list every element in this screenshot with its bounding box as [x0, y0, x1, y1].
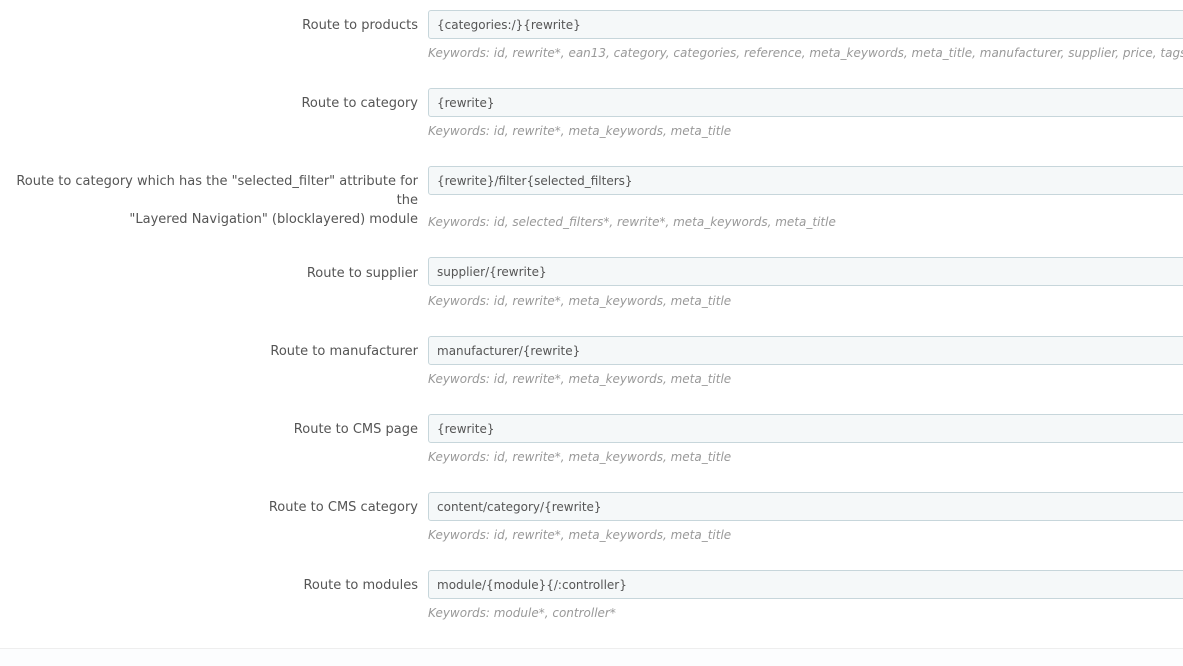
route-cms-page-label: Route to CMS page [293, 422, 418, 437]
routes-form-panel: Route to products Keywords: id, rewrite*… [0, 0, 1183, 666]
route-layered-label-line1: Route to category which has the "selecte… [16, 174, 418, 208]
route-supplier-help: Keywords: id, rewrite*, meta_keywords, m… [428, 294, 732, 308]
route-supplier-label: Route to supplier [306, 266, 418, 281]
route-layered-help: Keywords: id, selected_filters*, rewrite… [428, 215, 836, 229]
route-modules-label: Route to modules [303, 578, 418, 593]
route-manufacturer-label: Route to manufacturer [270, 344, 418, 359]
route-category-label: Route to category [301, 96, 418, 111]
panel-footer [0, 649, 1183, 666]
route-cms-category-input[interactable] [428, 492, 1183, 521]
route-manufacturer-input[interactable] [428, 336, 1183, 365]
route-layered-label: Route to category which has the "selecte… [0, 172, 418, 229]
route-layered-label-line2: "Layered Navigation" (blocklayered) modu… [129, 212, 418, 227]
route-modules-input[interactable] [428, 570, 1183, 599]
route-category-help: Keywords: id, rewrite*, meta_keywords, m… [428, 124, 732, 138]
route-manufacturer-help: Keywords: id, rewrite*, meta_keywords, m… [428, 372, 732, 386]
route-layered-input[interactable] [428, 166, 1183, 195]
route-products-input[interactable] [428, 10, 1183, 39]
route-cms-category-label: Route to CMS category [268, 500, 418, 515]
route-products-label: Route to products [302, 18, 418, 33]
route-cms-page-input[interactable] [428, 414, 1183, 443]
route-category-input[interactable] [428, 88, 1183, 117]
route-cms-page-help: Keywords: id, rewrite*, meta_keywords, m… [428, 450, 732, 464]
route-supplier-input[interactable] [428, 257, 1183, 286]
route-cms-category-help: Keywords: id, rewrite*, meta_keywords, m… [428, 528, 732, 542]
route-modules-help: Keywords: module*, controller* [428, 606, 616, 620]
route-products-help: Keywords: id, rewrite*, ean13, category,… [428, 46, 1183, 60]
